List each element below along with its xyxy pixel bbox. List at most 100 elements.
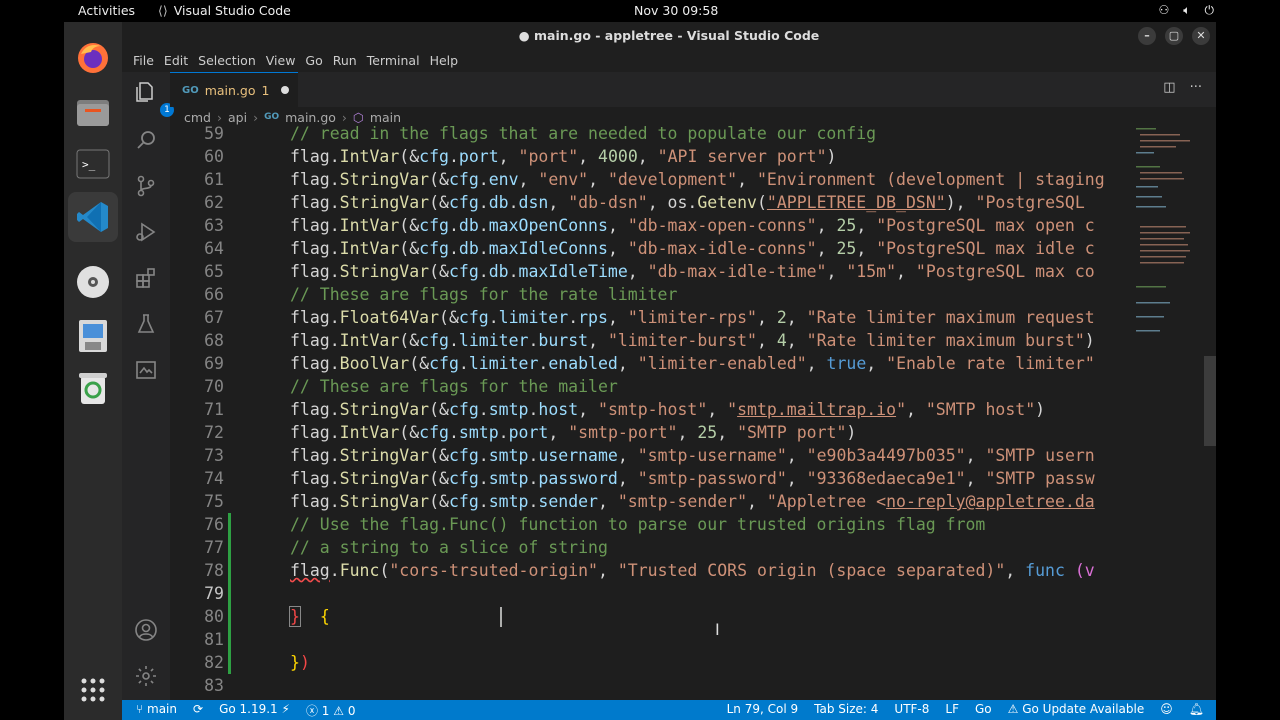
code-line: 83	[204, 676, 224, 695]
menu-help[interactable]: Help	[425, 50, 464, 72]
code-line: 73 flag.StringVar(&cfg.smtp.username, "sm…	[204, 446, 1095, 465]
tab-label: main.go	[204, 82, 256, 98]
title-bar[interactable]: ● main.go - appletree - Visual Studio Co…	[122, 22, 1216, 50]
encoding[interactable]: UTF-8	[894, 702, 929, 716]
testing-icon[interactable]	[134, 312, 158, 336]
firefox-icon[interactable]	[73, 38, 113, 78]
breadcrumb-item[interactable]: cmd	[184, 110, 211, 125]
minimap-preview	[1136, 128, 1190, 332]
git-added-marker	[228, 628, 231, 651]
power-icon: ⏻	[1204, 3, 1215, 17]
minimap[interactable]	[1126, 126, 1216, 700]
terminal-icon[interactable]: >_	[73, 144, 113, 184]
code-line: 68 flag.IntVar(&cfg.limiter.burst, "limit…	[204, 331, 1095, 350]
code-line: 74 flag.StringVar(&cfg.smtp.password, "sm…	[204, 469, 1095, 488]
tab-problem-count: 1	[261, 82, 270, 98]
volume-icon: 🔈︎	[1183, 3, 1191, 17]
warning-triangle-icon: ⚠	[1007, 702, 1023, 716]
show-apps-icon[interactable]	[73, 670, 113, 710]
git-added-marker	[228, 651, 231, 674]
feedback-icon[interactable]: ☺	[1160, 702, 1173, 716]
vscode-small-icon: ⟨⟩	[158, 3, 168, 18]
more-actions-icon[interactable]: ···	[1190, 80, 1202, 95]
line-ending[interactable]: LF	[945, 702, 959, 716]
vscode-window: ● main.go - appletree - Visual Studio Co…	[122, 22, 1216, 720]
problems-indicator[interactable]: ⓧ 1 ⚠ 0	[306, 702, 356, 719]
code-line: 67 flag.Float64Var(&cfg.limiter.rps, "lim…	[204, 308, 1095, 327]
unsaved-dot-icon[interactable]	[281, 86, 290, 94]
menu-run[interactable]: Run	[328, 50, 362, 72]
language-mode[interactable]: Go	[975, 702, 992, 716]
minimap-scroll-thumb[interactable]	[1204, 356, 1216, 446]
chevron-right-icon: ›	[253, 109, 259, 125]
run-debug-icon[interactable]	[134, 220, 158, 244]
breadcrumb-item[interactable]: main	[370, 110, 401, 125]
go-update-label: Go Update Available	[1022, 702, 1145, 716]
go-update-notice[interactable]: ⚠ Go Update Available	[1008, 702, 1145, 716]
save-drive-icon[interactable]	[73, 316, 113, 356]
split-editor-icon[interactable]: ◫	[1163, 80, 1175, 95]
cursor-position[interactable]: Ln 79, Col 9	[727, 702, 799, 716]
menu-file[interactable]: File	[128, 50, 159, 72]
accounts-icon[interactable]	[134, 618, 158, 642]
code-line: 70// These are flags for the mailer	[204, 377, 618, 396]
code-line: 65 flag.StringVar(&cfg.db.maxIdleTime, "d…	[204, 262, 1095, 281]
git-added-marker	[228, 605, 231, 628]
code-line: 75 flag.StringVar(&cfg.smtp.sender, "smtp…	[204, 492, 1095, 511]
code-line: 81	[170, 628, 1126, 651]
sync-icon[interactable]: ⟳	[193, 702, 203, 719]
system-tray[interactable]: ⚇ 🔈︎ ⏻	[1159, 3, 1214, 18]
menu-terminal[interactable]: Terminal	[362, 50, 425, 72]
go-plugin-icon: ⚡	[281, 702, 290, 716]
tab-bar: GO main.go 1 ◫ ···	[170, 72, 1216, 107]
branch-indicator[interactable]: ⑂ main	[136, 702, 177, 719]
git-added-marker	[228, 513, 231, 536]
breadcrumb-item[interactable]: api	[228, 110, 247, 125]
system-top-bar: Activities ⟨⟩ Visual Studio Code Nov 30 …	[0, 0, 1280, 22]
minimize-button[interactable]: –	[1138, 27, 1156, 45]
close-button[interactable]: ✕	[1192, 27, 1210, 45]
code-line: 63 flag.IntVar(&cfg.db.maxOpenConns, "db-…	[204, 216, 1095, 235]
app-menu[interactable]: ⟨⟩ Visual Studio Code	[158, 3, 291, 18]
menu-go[interactable]: Go	[300, 50, 327, 72]
disc-icon[interactable]	[73, 262, 113, 302]
files-icon[interactable]	[73, 92, 113, 132]
notifications-bell-icon[interactable]: 🔔︎	[1189, 702, 1204, 716]
extensions-icon[interactable]	[134, 266, 158, 290]
go-version[interactable]: Go 1.19.1 ⚡	[219, 702, 290, 719]
svg-text:>_: >_	[82, 158, 96, 171]
source-control-icon[interactable]	[134, 174, 158, 198]
go-file-small-icon: GO	[264, 112, 280, 122]
settings-gear-icon[interactable]	[134, 664, 158, 688]
vscode-icon[interactable]	[68, 192, 118, 242]
tab-size[interactable]: Tab Size: 4	[814, 702, 878, 716]
activity-bar: 1	[122, 72, 174, 700]
git-added-marker	[228, 536, 231, 559]
maximize-button[interactable]: ▢	[1165, 27, 1183, 45]
menu-edit[interactable]: Edit	[159, 50, 193, 72]
code-line: 69 flag.BoolVar(&cfg.limiter.enabled, "li…	[204, 354, 1095, 373]
go-file-icon: GO	[182, 84, 199, 96]
breadcrumb-item[interactable]: main.go	[285, 110, 336, 125]
menu-view[interactable]: View	[261, 50, 301, 72]
text-cursor	[500, 607, 502, 627]
search-icon[interactable]	[134, 128, 158, 152]
activities-button[interactable]: Activities	[78, 3, 135, 18]
code-line: 66// These are flags for the rate limite…	[204, 285, 678, 304]
code-line: 78 flag.Func("cors-trsuted-origin", "Trus…	[204, 559, 1095, 582]
code-line: 61 flag.StringVar(&cfg.env, "env", "devel…	[204, 170, 1105, 189]
code-line: 76// Use the flag.Func() function to par…	[204, 513, 986, 536]
trash-icon[interactable]	[73, 368, 113, 408]
code-line: 62 flag.StringVar(&cfg.db.dsn, "db-dsn", …	[204, 193, 1085, 212]
code-editor[interactable]: 59// read in the flags that are needed t…	[170, 126, 1126, 700]
chevron-right-icon: ›	[216, 109, 222, 125]
git-branch-icon: ⑂	[136, 702, 148, 716]
explorer-icon[interactable]: 1	[134, 80, 174, 117]
code-line: 72 flag.IntVar(&cfg.smtp.port, "smtp-port…	[204, 423, 857, 442]
code-line: 82})	[204, 651, 310, 674]
remote-explorer-icon[interactable]	[134, 358, 158, 382]
clock[interactable]: Nov 30 09:58	[634, 3, 718, 18]
tab-main-go[interactable]: GO main.go 1	[170, 72, 298, 107]
menu-selection[interactable]: Selection	[193, 50, 261, 72]
app-name-label: Visual Studio Code	[173, 3, 291, 18]
